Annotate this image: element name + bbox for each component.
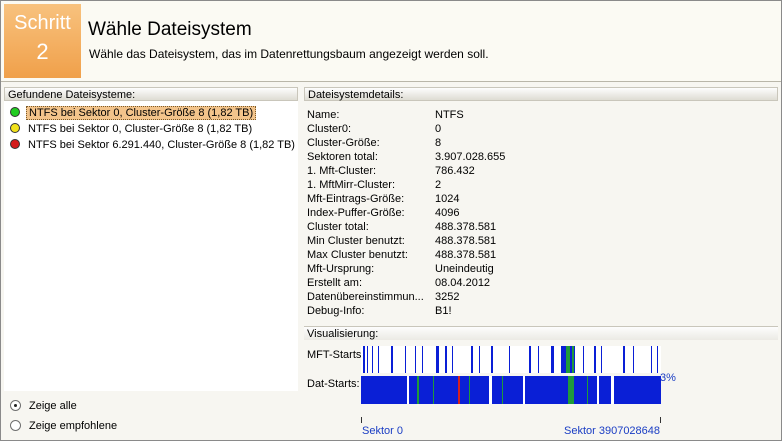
wizard-window: Schritt 2 Wähle Dateisystem Wähle das Da… (0, 0, 782, 441)
detail-key: Debug-Info: (307, 305, 365, 317)
filesystem-list[interactable]: NTFS bei Sektor 0, Cluster-Größe 8 (1,82… (4, 101, 298, 391)
detail-value: 488.378.581 (435, 235, 497, 247)
detail-key: Erstellt am: (307, 277, 363, 289)
detail-key: 1. MftMirr-Cluster: (307, 179, 395, 191)
filesystem-item-label: NTFS bei Sektor 6.291.440, Cluster-Größe… (28, 139, 295, 151)
detail-value: 488.378.581 (435, 221, 497, 233)
detail-value: 1024 (435, 193, 460, 205)
axis-end-tick (660, 417, 661, 423)
detail-value: 3252 (435, 291, 460, 303)
detail-value: 4096 (435, 207, 460, 219)
detail-key: Sektoren total: (307, 151, 378, 163)
detail-value: 0 (435, 123, 442, 135)
page-title: Wähle Dateisystem (88, 19, 252, 40)
detail-key: Name: (307, 109, 340, 121)
filesystem-item-label: NTFS bei Sektor 0, Cluster-Größe 8 (1,82… (28, 123, 253, 135)
detail-value: 488.378.581 (435, 249, 497, 261)
detail-key: Mft-Ursprung: (307, 263, 375, 275)
wizard-header: Schritt 2 Wähle Dateisystem Wähle das Da… (1, 1, 781, 82)
detail-key: Cluster-Größe: (307, 137, 380, 149)
detail-key: Datenübereinstimmun... (307, 291, 424, 303)
step-number: 2 (36, 39, 49, 64)
radio-label[interactable]: Zeige empfohlene (29, 419, 117, 433)
details-panel: Name: NTFS Cluster0: 0 Cluster-Größe: 8 Sek… (304, 101, 778, 323)
visualization-panel: MFT-Starts Dat-Starts: 3% Sektor 0 Sekto… (304, 340, 778, 438)
detail-value: 786.432 (435, 165, 475, 177)
detail-key: Cluster total: (307, 221, 369, 233)
step-badge: Schritt 2 (4, 4, 81, 78)
detail-key: Min Cluster benutzt: (307, 235, 405, 247)
detail-value: 8 (435, 137, 442, 149)
status-yellow-icon (10, 123, 20, 133)
detail-key: Max Cluster benutzt: (307, 249, 408, 261)
coverage-percent: 3% (660, 372, 676, 384)
status-red-icon (10, 139, 20, 149)
detail-value: B1! (435, 305, 452, 317)
detail-value: 2 (435, 179, 442, 191)
detail-value: Uneindeutig (435, 263, 494, 275)
detail-key: Index-Puffer-Größe: (307, 207, 405, 219)
dat-starts-label: Dat-Starts: (307, 378, 360, 390)
status-green-icon (10, 107, 20, 117)
sector-start-label: Sektor 0 (362, 425, 403, 437)
axis-start-tick (361, 417, 362, 423)
details-panel-title: Dateisystemdetails: (304, 87, 778, 101)
sector-end-label: Sektor 3907028648 (564, 425, 661, 437)
filesystem-item-label: NTFS bei Sektor 0, Cluster-Größe 8 (1,82… (26, 106, 257, 120)
detail-key: 1. Mft-Cluster: (307, 165, 377, 177)
dat-starts-marks (361, 376, 661, 404)
detail-value: NTFS (435, 109, 464, 121)
detail-value: 08.04.2012 (435, 277, 491, 289)
mft-starts-marks (363, 346, 658, 373)
detail-value: 3.907.028.655 (435, 151, 506, 163)
step-label: Schritt (14, 12, 71, 34)
page-description: Wähle das Dateisystem, das im Datenrettu… (89, 47, 489, 61)
radio-unchecked-icon[interactable] (10, 420, 21, 431)
visualization-title: Visualisierung: (304, 326, 778, 340)
detail-key: Cluster0: (307, 123, 352, 135)
filter-options: Zeige alle Zeige empfohlene (4, 393, 298, 438)
detail-key: Mft-Eintrags-Größe: (307, 193, 405, 205)
radio-label[interactable]: Zeige alle (29, 399, 77, 413)
radio-checked-icon[interactable] (10, 400, 21, 411)
mft-starts-label: MFT-Starts (307, 349, 362, 361)
filesystems-panel-title: Gefundene Dateisysteme: (4, 87, 298, 101)
